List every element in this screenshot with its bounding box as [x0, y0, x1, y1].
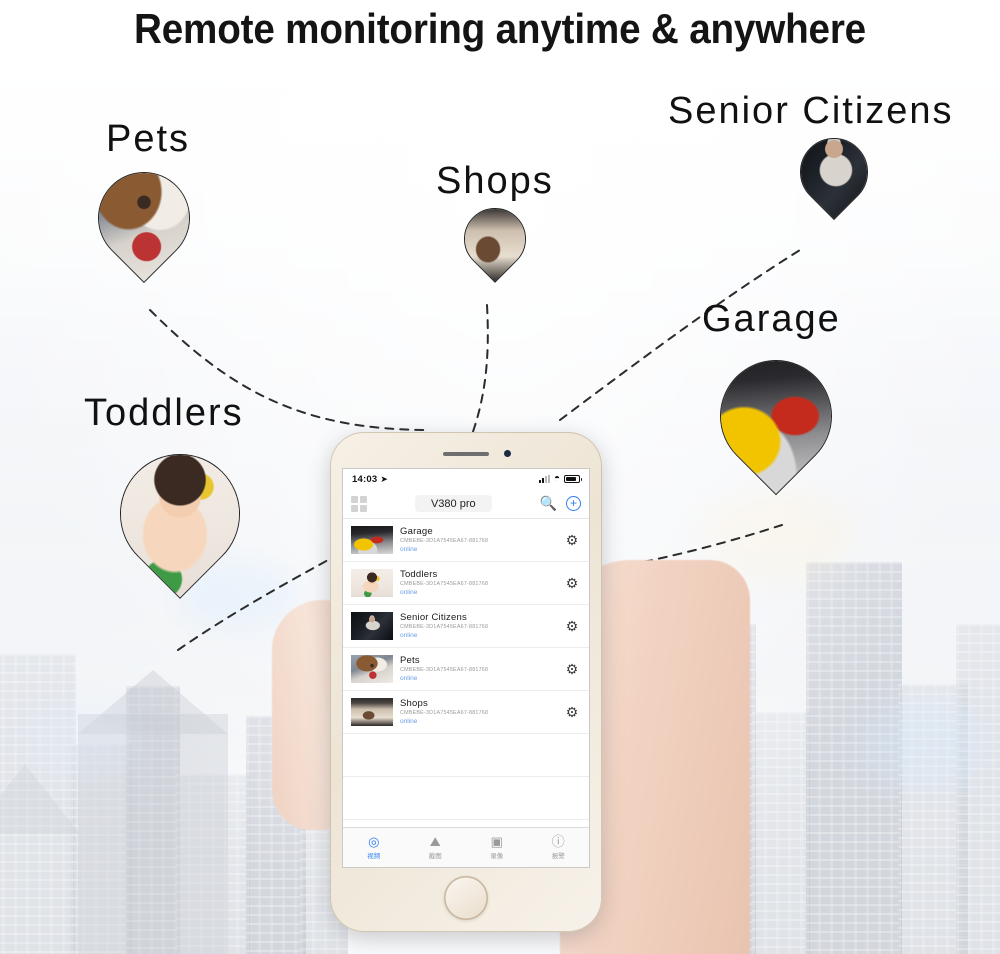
empty-list-row: [343, 777, 589, 820]
gear-icon[interactable]: ⚙: [563, 704, 581, 721]
empty-list-row: [343, 820, 589, 827]
device-status: online: [400, 632, 418, 639]
device-thumbnail: [351, 612, 393, 640]
empty-list-row: [343, 734, 589, 777]
device-id: CMBEBE-3D1A7545EA67-881768: [400, 624, 489, 630]
tab-live-video[interactable]: ◎ 视频: [343, 828, 405, 867]
device-thumbnail: [351, 526, 393, 554]
phone-screen: 14:03 ➤ ◓ V380 pro 🔍 + Garage CMBEBE-3D1…: [342, 468, 590, 868]
device-name: Garage: [400, 526, 433, 537]
map-pin-label: Pets: [106, 118, 191, 160]
device-status: online: [400, 675, 418, 682]
tab-label: 录像: [490, 853, 504, 860]
device-thumbnail: [351, 698, 393, 726]
tab-label: 报警: [551, 853, 565, 860]
page-title: Remote monitoring anytime & anywhere: [40, 0, 960, 58]
device-list[interactable]: Garage CMBEBE-3D1A7545EA67-881768 online…: [343, 519, 589, 827]
device-name: Toddlers: [400, 569, 438, 580]
status-bar: 14:03 ➤ ◓: [343, 469, 589, 489]
device-id: CMBEBE-3D1A7545EA67-881768: [400, 710, 489, 716]
map-pin-label: Garage: [702, 298, 841, 340]
wifi-icon: ◓: [553, 473, 560, 484]
gear-icon[interactable]: ⚙: [563, 532, 581, 549]
tab-label: 截图: [428, 853, 442, 860]
device-row-pets[interactable]: Pets CMBEBE-3D1A7545EA67-881768 online ⚙: [343, 648, 589, 691]
live-video-icon: ◎: [368, 834, 380, 849]
map-pin-label: Toddlers: [84, 392, 244, 434]
gear-icon[interactable]: ⚙: [563, 575, 581, 592]
gear-icon[interactable]: ⚙: [563, 661, 581, 678]
device-thumbnail: [351, 569, 393, 597]
location-arrow-icon: ➤: [380, 473, 388, 484]
device-status: online: [400, 546, 418, 553]
device-id: CMBEBE-3D1A7545EA67-881768: [400, 538, 489, 544]
tab-label: 视频: [367, 853, 381, 860]
screenshot-icon: ⛰: [429, 834, 441, 849]
home-button[interactable]: [444, 876, 488, 920]
tab-recording[interactable]: ▣ 录像: [466, 828, 528, 867]
recording-icon: ▣: [490, 834, 503, 849]
earpiece-speaker: [443, 452, 489, 456]
tab-alarm[interactable]: ⓘ 报警: [528, 828, 590, 867]
device-row-garage[interactable]: Garage CMBEBE-3D1A7545EA67-881768 online…: [343, 519, 589, 562]
device-id: CMBEBE-3D1A7545EA67-881768: [400, 667, 489, 673]
scene: Pets Shops Senior Citizens Garage Toddle…: [0, 0, 1000, 954]
smartphone-device: 14:03 ➤ ◓ V380 pro 🔍 + Garage CMBEBE-3D1…: [330, 432, 602, 932]
bottom-tab-bar: ◎ 视频 ⛰ 截图 ▣ 录像 ⓘ 报警: [343, 827, 589, 867]
device-name: Senior Citizens: [400, 612, 467, 623]
alarm-icon: ⓘ: [551, 834, 565, 849]
device-name: Pets: [400, 655, 420, 666]
front-camera: [504, 450, 511, 457]
signal-bars-icon: [538, 475, 550, 483]
device-id: CMBEBE-3D1A7545EA67-881768: [400, 581, 489, 587]
device-thumbnail: [351, 655, 393, 683]
map-pin-label: Senior Citizens: [668, 90, 954, 132]
tab-screenshot[interactable]: ⛰ 截图: [405, 828, 467, 867]
device-status: online: [400, 718, 418, 725]
device-row-senior-citizens[interactable]: Senior Citizens CMBEBE-3D1A7545EA67-8817…: [343, 605, 589, 648]
battery-icon: [564, 475, 582, 483]
app-title: V380 pro: [414, 495, 492, 512]
app-nav-bar: V380 pro 🔍 +: [343, 489, 589, 519]
device-row-toddlers[interactable]: Toddlers CMBEBE-3D1A7545EA67-881768 onli…: [343, 562, 589, 605]
device-status: online: [400, 589, 418, 596]
add-device-icon[interactable]: +: [566, 496, 581, 511]
device-name: Shops: [400, 698, 428, 709]
status-time: 14:03: [352, 473, 378, 485]
grid-menu-icon[interactable]: [351, 495, 367, 512]
search-icon[interactable]: 🔍: [540, 495, 557, 512]
gear-icon[interactable]: ⚙: [563, 618, 581, 635]
device-row-shops[interactable]: Shops CMBEBE-3D1A7545EA67-881768 online …: [343, 691, 589, 734]
